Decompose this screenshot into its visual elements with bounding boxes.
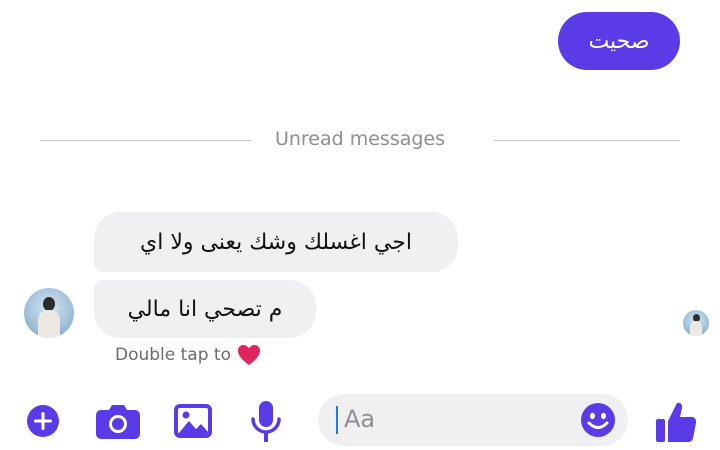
avatar-body (690, 321, 702, 336)
unread-divider-label: Unread messages (274, 128, 446, 150)
avatar-head (43, 297, 55, 311)
camera-icon (96, 405, 140, 439)
sent-message-bubble[interactable]: صحيت (558, 12, 680, 70)
sender-avatar[interactable] (24, 288, 74, 338)
unread-divider-right (494, 140, 680, 141)
like-button[interactable] (655, 400, 697, 444)
received-message-text: اجي اغسلك وشك يعنى ولا اي (140, 229, 412, 255)
thumbs-up-icon (656, 402, 697, 442)
microphone-button[interactable] (250, 400, 282, 444)
received-message-text: م تصحي انا مالي (127, 296, 283, 322)
reaction-hint-text: Double tap to (115, 345, 231, 365)
text-caret (336, 406, 338, 434)
unread-divider-left (40, 140, 252, 141)
sent-message-text: صحيت (588, 28, 650, 54)
plus-icon (27, 405, 59, 437)
emoji-icon[interactable] (580, 402, 616, 438)
read-receipt-avatar (683, 310, 709, 336)
heart-icon (238, 345, 260, 365)
received-message-bubble[interactable]: اجي اغسلك وشك يعنى ولا اي (94, 212, 458, 272)
received-message-bubble[interactable]: م تصحي انا مالي (94, 280, 316, 338)
image-icon (174, 404, 212, 438)
microphone-icon (251, 401, 281, 442)
camera-button[interactable] (95, 404, 141, 440)
avatar-body (38, 310, 60, 338)
plus-button[interactable] (26, 404, 60, 438)
reaction-hint: Double tap to (115, 343, 261, 367)
message-input[interactable]: Aa (318, 394, 628, 446)
gallery-button[interactable] (173, 402, 213, 440)
message-input-placeholder: Aa (344, 405, 376, 433)
